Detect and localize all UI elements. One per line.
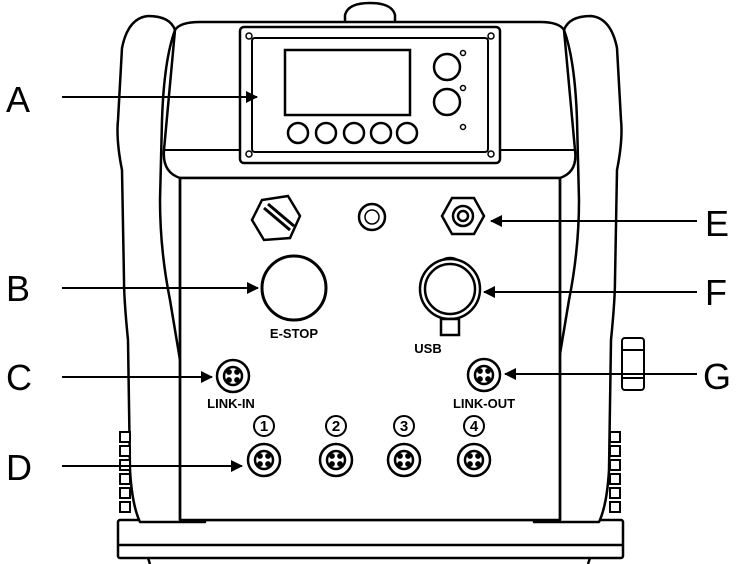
output-port-2[interactable] [318, 442, 354, 478]
output-port-4[interactable] [456, 442, 492, 478]
indicator-led-2 [459, 84, 467, 92]
dial-lower[interactable] [432, 87, 462, 117]
menu-button-4[interactable] [369, 121, 393, 145]
link-out-label: LINK-OUT [453, 396, 515, 411]
output-port-1[interactable] [246, 442, 282, 478]
indicator-led-1 [459, 49, 467, 57]
menu-button-3[interactable] [342, 121, 366, 145]
callout-a: A [6, 79, 30, 120]
menu-button-2[interactable] [314, 121, 338, 145]
port-number-2: 2 [332, 418, 340, 435]
callout-d: D [6, 447, 32, 488]
estop-button[interactable] [260, 254, 328, 322]
port-number-4: 4 [470, 418, 479, 435]
port-number-3: 3 [400, 418, 408, 435]
dial-upper[interactable] [432, 52, 462, 82]
display-screen [283, 48, 412, 117]
link-in-connector[interactable] [215, 358, 251, 394]
link-out-connector[interactable] [466, 357, 502, 393]
estop-label: E-STOP [270, 326, 318, 341]
device-diagram: 1 2 3 4 E-STOP USB LINK-IN LINK-OUT A B … [6, 1, 731, 564]
callout-b: B [6, 268, 30, 309]
usb-label: USB [414, 341, 441, 356]
cable-gland [440, 196, 486, 236]
menu-button-1[interactable] [286, 121, 310, 145]
right-vent-slots [609, 431, 621, 513]
callout-g: G [703, 356, 731, 397]
indicator-led-3 [459, 123, 467, 131]
status-lamp-inner [364, 209, 380, 225]
menu-button-5[interactable] [395, 121, 419, 145]
callout-f: F [705, 272, 727, 313]
output-port-3[interactable] [386, 442, 422, 478]
port-number-1: 1 [260, 418, 268, 435]
side-cable-gland [621, 337, 645, 391]
callout-e: E [705, 203, 729, 244]
link-in-label: LINK-IN [207, 396, 255, 411]
callout-c: C [6, 357, 32, 398]
